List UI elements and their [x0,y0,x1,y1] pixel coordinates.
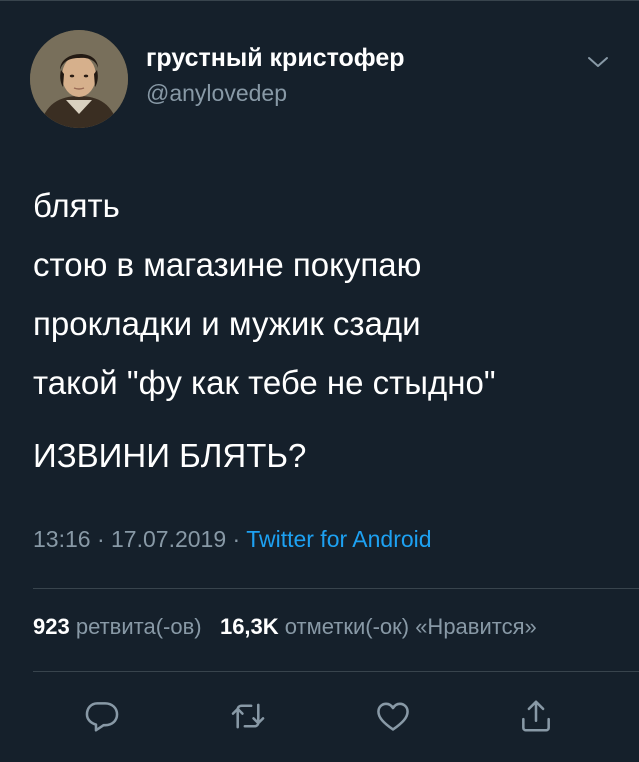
chevron-down-icon[interactable] [586,52,610,72]
author-display-name[interactable]: грустный кристофер [146,44,405,73]
tweet-stats: 923 ретвита(-ов) 16,3K отметки(-ок) «Нра… [33,614,639,640]
tweet-line: блять [33,187,120,224]
meta-separator: · [232,526,241,552]
likes-count[interactable]: 16,3K [220,614,279,639]
tweet-line-last: ИЗВИНИ БЛЯТЬ? [33,437,307,474]
likes-label[interactable]: отметки(-ок) «Нравится» [285,614,537,639]
meta-separator: · [96,526,105,552]
retweets-label[interactable]: ретвита(-ов) [76,614,202,639]
tweet-line: прокладки и мужик сзади [33,305,421,342]
top-divider [0,0,639,1]
author-handle[interactable]: @anylovedep [146,80,287,107]
avatar-image [30,30,128,128]
like-icon[interactable] [373,696,413,736]
retweet-icon[interactable] [228,696,268,736]
tweet-source-link[interactable]: Twitter for Android [246,526,431,552]
tweet-text: блять стою в магазине покупаю прокладки … [33,176,623,485]
tweet-time: 13:16 [33,526,91,552]
divider [33,588,639,589]
tweet-meta: 13:16 · 17.07.2019 · Twitter for Android [33,526,432,553]
tweet-line: стою в магазине покупаю [33,246,422,283]
avatar[interactable] [30,30,128,128]
reply-icon[interactable] [82,696,122,736]
share-icon[interactable] [516,696,556,736]
divider [33,671,639,672]
retweets-count[interactable]: 923 [33,614,70,639]
tweet-line: такой "фу как тебе не стыдно" [33,364,496,401]
tweet-date: 17.07.2019 [111,526,227,552]
